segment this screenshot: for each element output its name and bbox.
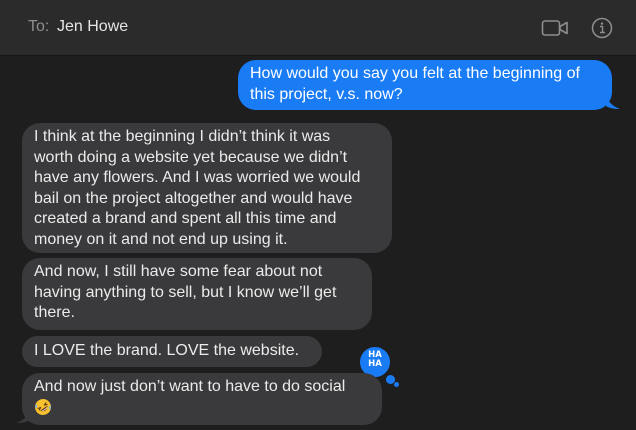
message-line: And now just don’t want to have to do so…	[34, 378, 346, 395]
message-emoji-line	[34, 398, 370, 420]
outgoing-message-bubble[interactable]: How would you say you felt at the beginn…	[238, 60, 612, 110]
to-label: To:	[28, 18, 50, 35]
tapback-dot	[386, 375, 395, 384]
message-line: bail on the project altogether and would…	[34, 189, 353, 207]
recipient-name[interactable]: Jen Howe	[57, 18, 128, 36]
message-line: having anything to sell, but I know we’l…	[34, 283, 337, 301]
message-line: have any flowers. And I was worried we w…	[34, 169, 361, 186]
message-line: money on it and not end up using it.	[34, 230, 288, 248]
incoming-message-bubble[interactable]: I LOVE the brand. LOVE the website.	[22, 336, 322, 367]
conversation-header: To: Jen Howe	[0, 0, 636, 56]
incoming-message-bubble[interactable]: And now just don’t want to have to do so…	[22, 373, 382, 425]
message-line: I LOVE the brand. LOVE the website.	[34, 342, 300, 359]
video-camera-icon[interactable]	[541, 18, 569, 38]
message-line: this project, v.s. now?	[250, 85, 403, 103]
incoming-message-bubble[interactable]: I think at the beginning I didn’t think …	[22, 123, 392, 253]
rolling-on-floor-laughing-emoji	[35, 398, 51, 415]
tapback-label: HA HA	[358, 351, 392, 369]
message-line: I think at the beginning I didn’t think …	[34, 128, 331, 145]
info-circle-icon[interactable]	[591, 17, 613, 39]
message-line: worth doing a website yet because we did…	[34, 148, 348, 166]
tapback-dot	[394, 382, 399, 387]
tapback-label-bottom: HA	[368, 359, 382, 369]
message-line: How would you say you felt at the beginn…	[250, 65, 580, 82]
message-line: created a brand and spent all this time …	[34, 210, 337, 227]
message-line: there.	[34, 304, 75, 321]
incoming-message-bubble[interactable]: And now, I still have some fear about no…	[22, 258, 372, 330]
message-line: And now, I still have some fear about no…	[34, 263, 323, 280]
